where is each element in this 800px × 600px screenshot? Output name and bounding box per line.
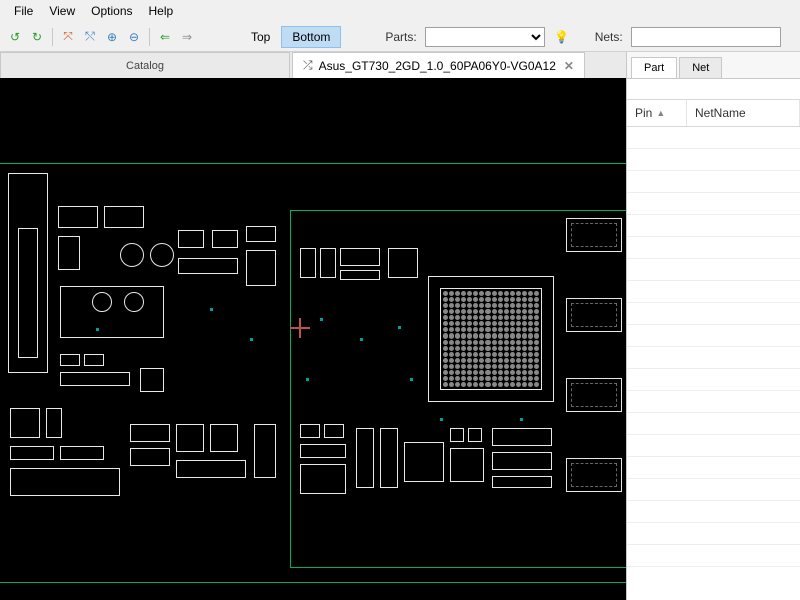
table-row[interactable]	[627, 501, 800, 523]
zoom-in-icon[interactable]: ⊕	[103, 28, 121, 46]
table-row[interactable]	[627, 369, 800, 391]
table-row[interactable]	[627, 149, 800, 171]
redo-icon[interactable]: ↻	[28, 28, 46, 46]
table-row[interactable]	[627, 325, 800, 347]
arrow-right-icon[interactable]: ⇒	[178, 28, 196, 46]
right-panel-tabs: Part Net	[627, 52, 800, 78]
menu-file[interactable]: File	[6, 2, 41, 20]
zoom-fit-icon[interactable]: ⤧	[59, 28, 77, 46]
table-row[interactable]	[627, 413, 800, 435]
table-row[interactable]	[627, 171, 800, 193]
separator	[149, 28, 150, 46]
column-pin[interactable]: Pin▲	[627, 100, 687, 126]
shuffle-icon: ⤮	[303, 58, 313, 73]
table-row[interactable]	[627, 281, 800, 303]
table-row[interactable]	[627, 215, 800, 237]
table-row[interactable]	[627, 237, 800, 259]
close-icon[interactable]: ✕	[564, 59, 574, 73]
tab-catalog[interactable]: Catalog	[0, 52, 290, 78]
sort-asc-icon: ▲	[656, 108, 665, 118]
menu-help[interactable]: Help	[141, 2, 182, 20]
zoom-out-icon[interactable]: ⊖	[125, 28, 143, 46]
table-row[interactable]	[627, 259, 800, 281]
table-row[interactable]	[627, 391, 800, 413]
undo-icon[interactable]: ↺	[6, 28, 24, 46]
pin-table-rows	[627, 127, 800, 567]
pcb-canvas[interactable]	[0, 78, 626, 600]
toolbar: ↺ ↻ ⤧ ⤲ ⊕ ⊖ ⇐ ⇒ Top Bottom Parts: 💡 Nets…	[0, 22, 800, 52]
table-row[interactable]	[627, 479, 800, 501]
tab-board-label: Asus_GT730_2GD_1.0_60PA06Y0-VG0A12	[319, 59, 556, 73]
column-netname[interactable]: NetName	[687, 100, 800, 126]
table-row[interactable]	[627, 457, 800, 479]
layer-bottom-button[interactable]: Bottom	[281, 26, 341, 48]
nets-label: Nets:	[595, 30, 623, 44]
left-pane: Catalog ⤮ Asus_GT730_2GD_1.0_60PA06Y0-VG…	[0, 52, 626, 600]
tab-board[interactable]: ⤮ Asus_GT730_2GD_1.0_60PA06Y0-VG0A12 ✕	[292, 52, 585, 78]
parts-label: Parts:	[385, 30, 416, 44]
parts-combo[interactable]	[425, 27, 545, 47]
table-row[interactable]	[627, 303, 800, 325]
separator	[52, 28, 53, 46]
table-row[interactable]	[627, 193, 800, 215]
menu-view[interactable]: View	[41, 2, 83, 20]
table-row[interactable]	[627, 435, 800, 457]
table-row[interactable]	[627, 545, 800, 567]
right-panel-body: Pin▲ NetName	[627, 78, 800, 600]
layer-selector: Top Bottom	[240, 26, 341, 48]
document-tabs: Catalog ⤮ Asus_GT730_2GD_1.0_60PA06Y0-VG…	[0, 52, 626, 78]
tab-net[interactable]: Net	[679, 57, 722, 78]
zoom-window-icon[interactable]: ⤲	[81, 28, 99, 46]
table-row[interactable]	[627, 347, 800, 369]
content-area: Catalog ⤮ Asus_GT730_2GD_1.0_60PA06Y0-VG…	[0, 52, 800, 600]
table-row[interactable]	[627, 523, 800, 545]
right-panel: Part Net Pin▲ NetName	[626, 52, 800, 600]
pin-table-header: Pin▲ NetName	[627, 99, 800, 127]
tab-part[interactable]: Part	[631, 57, 677, 78]
table-row[interactable]	[627, 127, 800, 149]
layer-top-button[interactable]: Top	[240, 26, 281, 48]
menu-bar: File View Options Help	[0, 0, 800, 22]
nets-input[interactable]	[631, 27, 781, 47]
bga-gpu	[440, 288, 542, 390]
arrow-left-icon[interactable]: ⇐	[156, 28, 174, 46]
cursor-crosshair	[290, 318, 310, 338]
bulb-icon[interactable]: 💡	[553, 28, 571, 46]
menu-options[interactable]: Options	[83, 2, 140, 20]
